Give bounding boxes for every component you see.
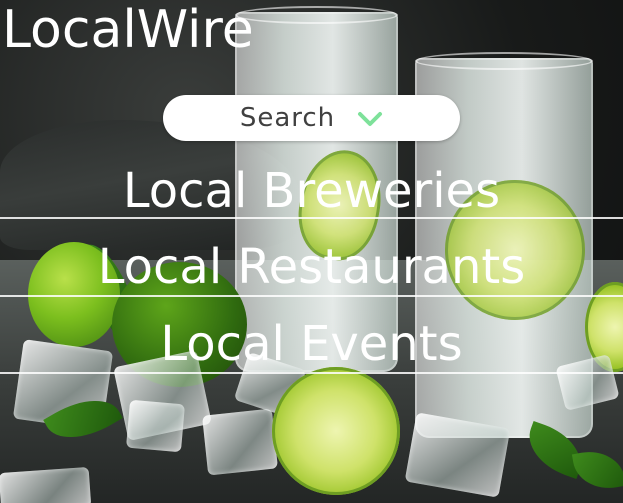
- divider: [0, 295, 623, 297]
- search-label: Search: [239, 103, 336, 133]
- divider: [0, 217, 623, 219]
- search-dropdown-button[interactable]: Search: [163, 95, 460, 141]
- nav-link-local-breweries[interactable]: Local Breweries: [0, 161, 623, 221]
- divider: [0, 372, 623, 374]
- nav-link-local-events[interactable]: Local Events: [0, 314, 623, 374]
- ice-cube: [0, 466, 92, 503]
- site-logo-text[interactable]: LocalWire: [2, 0, 254, 65]
- ice-cube: [126, 399, 185, 453]
- ice-cube: [202, 408, 278, 476]
- lime-slice: [272, 367, 400, 495]
- chevron-down-icon: [358, 112, 383, 126]
- nav-link-local-restaurants[interactable]: Local Restaurants: [0, 237, 623, 297]
